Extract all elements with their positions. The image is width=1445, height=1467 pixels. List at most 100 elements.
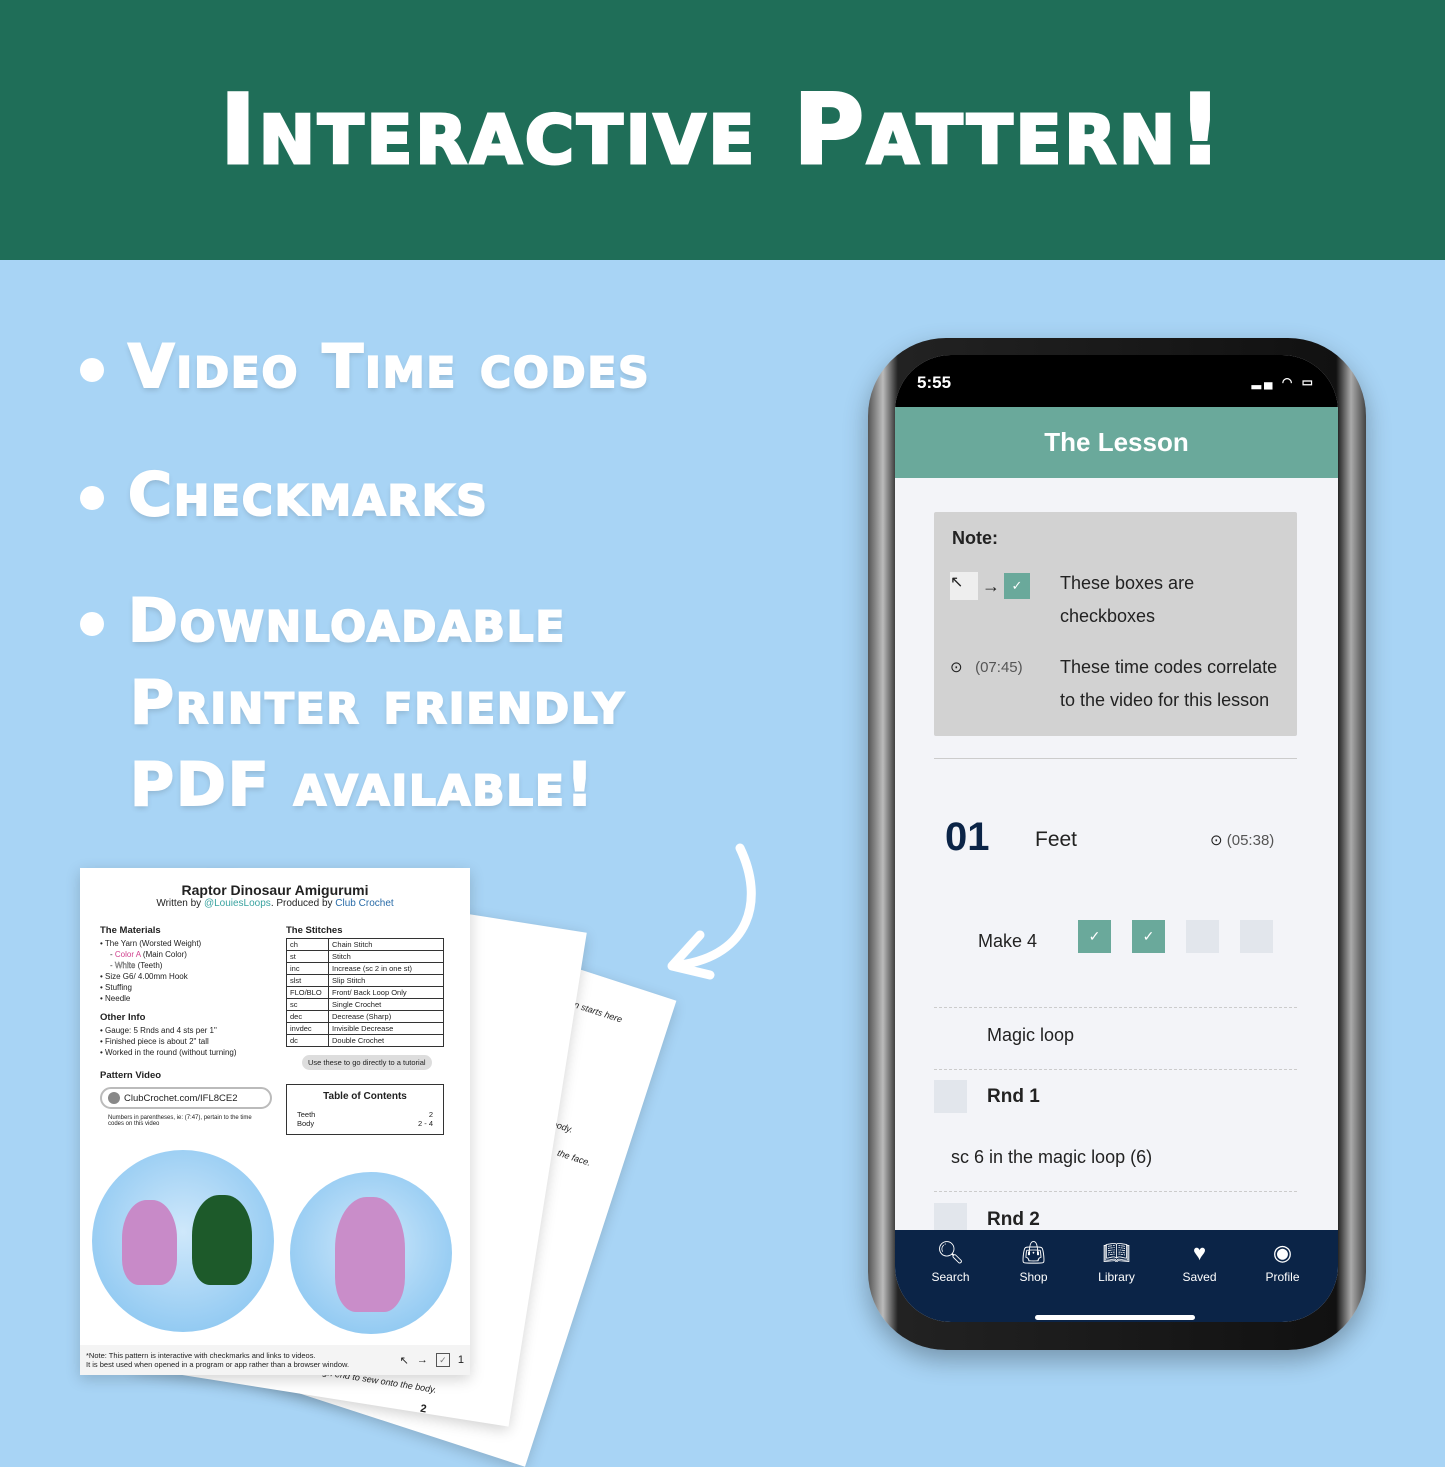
checkbox-icon[interactable]: ✓ [435, 1353, 450, 1367]
nav-profile[interactable]: ◉ Profile [1253, 1240, 1313, 1322]
table-of-contents: Table of Contents Teeth 2 Body 2 - 4 [286, 1084, 444, 1135]
checkbox-demo: ↖ → ✓ [950, 572, 1030, 600]
cursor-icon: ↖ [950, 572, 978, 600]
profile-icon: ◉ [1272, 1240, 1293, 1265]
heart-icon: ♥ [1192, 1240, 1207, 1265]
bullet [80, 358, 104, 383]
feature-downloadable: Downloadable Printer friendly PDF availa… [80, 580, 626, 826]
step-text: sc 6 in the magic loop (6) [951, 1147, 1153, 1167]
other-info-heading: Other Info [100, 1012, 146, 1023]
page-number: 2 [419, 1402, 428, 1416]
page-text: the face. [556, 1147, 593, 1168]
section-timecode-link[interactable]: ⊙ (05:38) [1210, 831, 1274, 849]
step-text: Magic loop [987, 1025, 1075, 1045]
note-line: It is best used when opened in a program… [86, 1360, 350, 1369]
checkbox-checked-icon: ✓ [1004, 573, 1030, 599]
round-label: Rnd 1 [987, 1086, 1040, 1107]
home-indicator[interactable] [1035, 1315, 1195, 1320]
nav-label: Saved [1182, 1270, 1217, 1284]
note-heading: Note: [952, 528, 998, 548]
stitch-name: Invisible Decrease [328, 1022, 444, 1035]
book-icon: 📖︎ [1102, 1240, 1131, 1265]
toc-label: Body [297, 1119, 315, 1128]
play-circle-icon: ⊙ [1210, 832, 1223, 849]
make-checkboxes: ✓ ✓ [1078, 920, 1273, 953]
stitch-name: Single Crochet [328, 998, 444, 1011]
stitch-abbrev: ch [286, 938, 329, 951]
nav-shop[interactable]: 👜︎ Shop [1004, 1240, 1064, 1322]
stitch-abbrev: slst [286, 974, 329, 987]
checkbox-unchecked[interactable] [1240, 920, 1273, 953]
pdf-byline: Written by @LouiesLoops. Produced by Clu… [100, 898, 450, 909]
toc-row[interactable]: Teeth 2 [297, 1110, 433, 1119]
bullet [80, 486, 104, 511]
play-icon [108, 1092, 120, 1104]
stitch-row[interactable]: sc Single Crochet [286, 998, 444, 1011]
text: . Produced by [270, 898, 336, 909]
nav-search[interactable]: 🔍︎ Search [921, 1240, 981, 1322]
note-line: *Note: This pattern is interactive with … [86, 1351, 316, 1360]
nav-saved[interactable]: ♥ Saved [1170, 1240, 1230, 1322]
play-circle-icon: ⊙ [950, 659, 963, 676]
stitch-tip: Use these to go directly to a tutorial [302, 1055, 432, 1070]
checkbox-unchecked[interactable] [1186, 920, 1219, 953]
nav-label: Search [931, 1270, 970, 1284]
color-a: Color A [114, 950, 141, 959]
checkbox-checked[interactable]: ✓ [1078, 920, 1111, 953]
text: (Teeth) [135, 961, 163, 970]
toc-page: 2 [428, 1110, 433, 1119]
notch [993, 355, 1241, 399]
feature-video-time-codes: Video Time codes [80, 326, 650, 408]
checkbox-checked[interactable]: ✓ [1132, 920, 1165, 953]
info-item: • Gauge: 5 Rnds and 4 sts per 1" [100, 1026, 217, 1035]
stitches-table: ch Chain Stitch st Stitch inc Increase (sc 2 … [286, 938, 444, 1047]
info-item: • Finished piece is about 2" tall [100, 1037, 209, 1046]
info-item: • Worked in the round (without turning) [100, 1048, 237, 1057]
pattern-video-link[interactable]: ClubCrochet.com/IFL8CE2 [100, 1087, 272, 1109]
stitch-row[interactable]: dc Double Crochet [286, 1034, 444, 1047]
banner-title: Interactive Pattern! [219, 73, 1225, 188]
toc-row[interactable]: Body 2 - 4 [297, 1119, 433, 1128]
material-item: • Needle [100, 994, 131, 1003]
stitch-name: Slip Stitch [328, 974, 444, 987]
stitch-row: st Stitch [286, 950, 444, 963]
section-title: Feet [1035, 828, 1078, 851]
timecode: (07:45) [975, 659, 1023, 676]
feature-text: Downloadable [127, 585, 567, 657]
checkbox-unchecked[interactable] [934, 1080, 967, 1113]
make-label: Make 4 [978, 931, 1038, 951]
note-box: Note: ↖ → ✓ These boxes are checkboxes ⊙ (… [934, 512, 1297, 736]
nav-label: Library [1098, 1270, 1135, 1284]
nav-library[interactable]: 📖︎ Library [1087, 1240, 1147, 1322]
timecode: (05:38) [1226, 832, 1275, 849]
stitches-heading: The Stitches [286, 925, 343, 936]
stitch-name: Double Crochet [328, 1034, 444, 1047]
pattern-video-heading: Pattern Video [100, 1070, 162, 1081]
toc-heading: Table of Contents [323, 1091, 407, 1102]
feature-checkmarks: Checkmarks [80, 454, 489, 536]
stitch-abbrev: invdec [286, 1022, 329, 1035]
dino-photo-2 [290, 1172, 452, 1334]
stitch-row[interactable]: dec Decrease (Sharp) [286, 1010, 444, 1023]
shop-bag-icon: 👜︎ [1019, 1240, 1048, 1265]
feature-text: Printer friendly [129, 667, 626, 739]
feature-text: Video Time codes [127, 331, 651, 403]
white-color: White [114, 961, 136, 970]
pdf-page-1: Raptor Dinosaur Amigurumi Written by @Lo… [80, 868, 470, 1375]
material-item: - White (Teeth) [110, 961, 163, 970]
producer-link[interactable]: Club Crochet [335, 898, 393, 909]
toc-page: 2 - 4 [417, 1119, 433, 1128]
materials-heading: The Materials [100, 925, 161, 936]
nav-label: Shop [1019, 1270, 1048, 1284]
material-item: - Color A (Main Color) [110, 950, 187, 959]
bottom-nav: 🔍︎ Search 👜︎ Shop 📖︎ Library ♥ Saved ◉ Profil… [895, 1230, 1338, 1322]
video-note: Numbers in parentheses, ie: (7:47), pert… [108, 1115, 252, 1127]
stitch-name: Chain Stitch [328, 938, 444, 951]
stitch-row[interactable]: invdec Invisible Decrease [286, 1022, 444, 1035]
divider [934, 758, 1297, 759]
author-link[interactable]: @LouiesLoops [204, 898, 271, 909]
checkbox-explanation: These boxes are checkboxes [1060, 573, 1195, 626]
material-item: • Size G6/ 4.00mm Hook [100, 972, 188, 981]
arrow-right-icon: → [982, 575, 1000, 596]
stitch-name: Decrease (Sharp) [328, 1010, 444, 1023]
